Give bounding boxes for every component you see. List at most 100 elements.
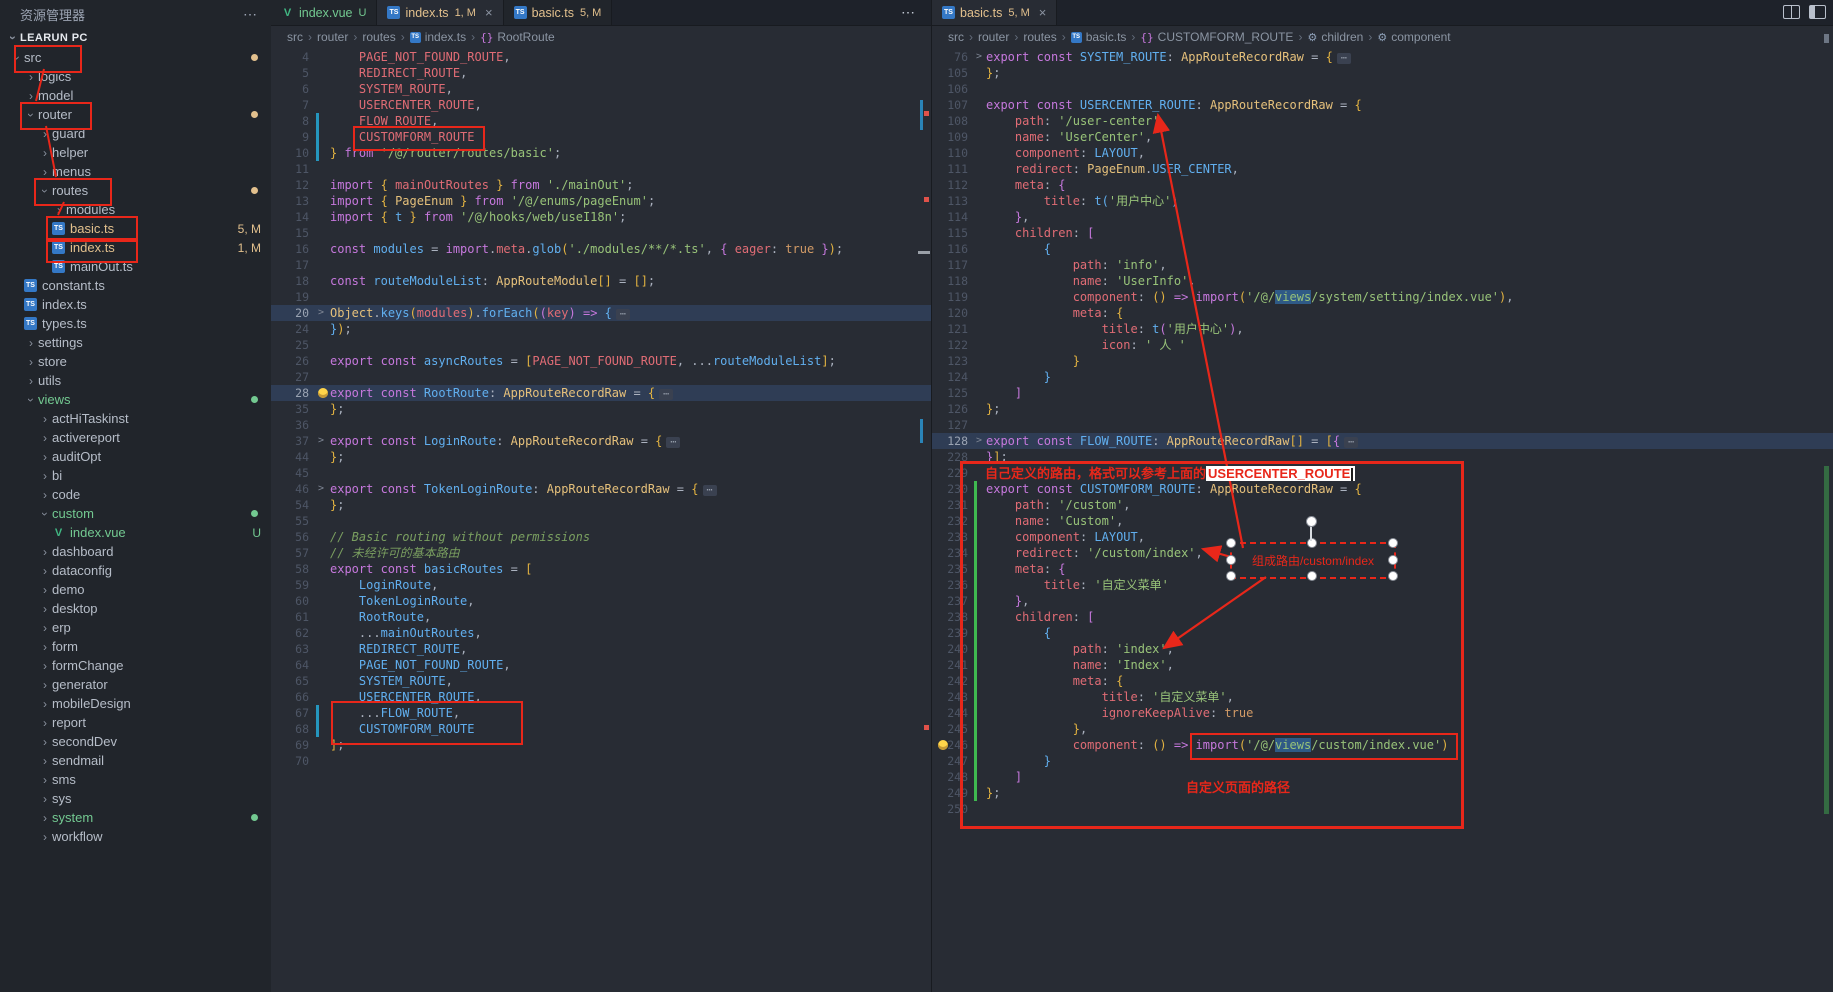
explorer-more-actions-icon[interactable]: ⋯ — [243, 6, 257, 23]
code-line-13[interactable]: 13import { PageEnum } from '/@/enums/pag… — [271, 193, 931, 209]
tree-item-actHiTaskinst[interactable]: ›actHiTaskinst — [0, 409, 271, 428]
code-line-124[interactable]: 124 } — [932, 369, 1833, 385]
tree-item-sys[interactable]: ›sys — [0, 789, 271, 808]
code-line-24[interactable]: 24}); — [271, 321, 931, 337]
code-line-35[interactable]: 35}; — [271, 401, 931, 417]
code-line-118[interactable]: 118 name: 'UserInfo', — [932, 273, 1833, 289]
code-line-7[interactable]: 7 USERCENTER_ROUTE, — [271, 97, 931, 113]
close-icon[interactable]: × — [1039, 5, 1047, 20]
tree-item-index.ts[interactable]: TSindex.ts1, M — [0, 238, 271, 257]
code-line-105[interactable]: 105}; — [932, 65, 1833, 81]
tree-item-mainOut.ts[interactable]: TSmainOut.ts — [0, 257, 271, 276]
code-line-59[interactable]: 59 LoginRoute, — [271, 577, 931, 593]
tree-item-dataconfig[interactable]: ›dataconfig — [0, 561, 271, 580]
tree-item-bi[interactable]: ›bi — [0, 466, 271, 485]
code-line-121[interactable]: 121 title: t('用户中心'), — [932, 321, 1833, 337]
code-line-20[interactable]: 20>Object.keys(modules).forEach((key) =>… — [271, 305, 931, 321]
code-line-57[interactable]: 57// 未经许可的基本路由 — [271, 545, 931, 561]
code-line-230[interactable]: 230export const CUSTOMFORM_ROUTE: AppRou… — [932, 481, 1833, 497]
code-line-69[interactable]: 69]; — [271, 737, 931, 753]
code-line-25[interactable]: 25 — [271, 337, 931, 353]
code-line-106[interactable]: 106 — [932, 81, 1833, 97]
tree-item-erp[interactable]: ›erp — [0, 618, 271, 637]
code-line-114[interactable]: 114 }, — [932, 209, 1833, 225]
code-line-64[interactable]: 64 PAGE_NOT_FOUND_ROUTE, — [271, 657, 931, 673]
tree-item-constant.ts[interactable]: TSconstant.ts — [0, 276, 271, 295]
tab-index.ts[interactable]: TSindex.ts1, M× — [377, 0, 503, 25]
tree-item-form[interactable]: ›form — [0, 637, 271, 656]
tree-item-menus[interactable]: ›menus — [0, 162, 271, 181]
fold-chevron-icon[interactable]: > — [318, 305, 324, 321]
code-line-116[interactable]: 116 { — [932, 241, 1833, 257]
code-line-250[interactable]: 250 — [932, 801, 1833, 817]
breadcrumb-item-routes[interactable]: routes — [1023, 30, 1056, 44]
tree-item-workflow[interactable]: ›workflow — [0, 827, 271, 846]
code-line-113[interactable]: 113 title: t('用户中心') — [932, 193, 1833, 209]
code-line-241[interactable]: 241 name: 'Index', — [932, 657, 1833, 673]
tree-item-auditOpt[interactable]: ›auditOpt — [0, 447, 271, 466]
code-line-15[interactable]: 15 — [271, 225, 931, 241]
fold-chevron-icon[interactable]: > — [976, 49, 982, 65]
tree-item-helper[interactable]: ›helper — [0, 143, 271, 162]
code-line-248[interactable]: 248 ] — [932, 769, 1833, 785]
code-line-60[interactable]: 60 TokenLoginRoute, — [271, 593, 931, 609]
code-line-119[interactable]: 119 component: () => import('/@/views/sy… — [932, 289, 1833, 305]
code-line-231[interactable]: 231 path: '/custom', — [932, 497, 1833, 513]
tree-item-sms[interactable]: ›sms — [0, 770, 271, 789]
code-line-245[interactable]: 245 }, — [932, 721, 1833, 737]
code-line-127[interactable]: 127 — [932, 417, 1833, 433]
breadcrumb-item-CUSTOMFORM_ROUTE[interactable]: {}CUSTOMFORM_ROUTE — [1140, 30, 1293, 44]
tree-item-store[interactable]: ›store — [0, 352, 271, 371]
code-line-108[interactable]: 108 path: '/user-center', — [932, 113, 1833, 129]
code-line-232[interactable]: 232 name: 'Custom', — [932, 513, 1833, 529]
code-line-68[interactable]: 68 CUSTOMFORM_ROUTE — [271, 721, 931, 737]
tree-item-basic.ts[interactable]: TSbasic.ts5, M — [0, 219, 271, 238]
tab-index.vue[interactable]: Vindex.vueU — [271, 0, 377, 25]
code-line-228[interactable]: 228}]; — [932, 449, 1833, 465]
split-editor-icon[interactable] — [1783, 5, 1800, 19]
code-line-54[interactable]: 54}; — [271, 497, 931, 513]
code-line-120[interactable]: 120 meta: { — [932, 305, 1833, 321]
code-line-234[interactable]: 234 redirect: '/custom/index', — [932, 545, 1833, 561]
breadcrumb-item-router[interactable]: router — [978, 30, 1009, 44]
fold-chevron-icon[interactable]: > — [318, 481, 324, 497]
code-line-11[interactable]: 11 — [271, 161, 931, 177]
code-line-55[interactable]: 55 — [271, 513, 931, 529]
code-line-65[interactable]: 65 SYSTEM_ROUTE, — [271, 673, 931, 689]
code-line-58[interactable]: 58export const basicRoutes = [ — [271, 561, 931, 577]
code-line-44[interactable]: 44}; — [271, 449, 931, 465]
code-line-12[interactable]: 12import { mainOutRoutes } from './mainO… — [271, 177, 931, 193]
code-line-61[interactable]: 61 RootRoute, — [271, 609, 931, 625]
code-line-247[interactable]: 247 } — [932, 753, 1833, 769]
tree-item-demo[interactable]: ›demo — [0, 580, 271, 599]
code-line-112[interactable]: 112 meta: { — [932, 177, 1833, 193]
tree-item-src[interactable]: ›src — [0, 48, 271, 67]
tree-item-guard[interactable]: ›guard — [0, 124, 271, 143]
code-line-67[interactable]: 67 ...FLOW_ROUTE, — [271, 705, 931, 721]
close-icon[interactable]: × — [485, 5, 493, 20]
tree-item-dashboard[interactable]: ›dashboard — [0, 542, 271, 561]
tree-item-types.ts[interactable]: TStypes.ts — [0, 314, 271, 333]
code-line-19[interactable]: 19 — [271, 289, 931, 305]
code-line-123[interactable]: 123 } — [932, 353, 1833, 369]
breadcrumb-item-basic.ts[interactable]: TSbasic.ts — [1071, 30, 1127, 44]
layout-icon[interactable] — [1809, 5, 1826, 19]
tree-item-model[interactable]: ›model — [0, 86, 271, 105]
lightbulb-icon[interactable] — [938, 740, 948, 750]
fold-chevron-icon[interactable]: > — [976, 433, 982, 449]
tree-item-mobileDesign[interactable]: ›mobileDesign — [0, 694, 271, 713]
tree-item-code[interactable]: ›code — [0, 485, 271, 504]
code-line-14[interactable]: 14import { t } from '/@/hooks/web/useI18… — [271, 209, 931, 225]
code-line-125[interactable]: 125 ] — [932, 385, 1833, 401]
code-line-128[interactable]: 128>export const FLOW_ROUTE: AppRouteRec… — [932, 433, 1833, 449]
code-line-243[interactable]: 243 title: '自定义菜单', — [932, 689, 1833, 705]
code-line-18[interactable]: 18const routeModuleList: AppRouteModule[… — [271, 273, 931, 289]
code-line-235[interactable]: 235 meta: { — [932, 561, 1833, 577]
code-line-110[interactable]: 110 component: LAYOUT, — [932, 145, 1833, 161]
breadcrumb-item-RootRoute[interactable]: {}RootRoute — [480, 30, 555, 44]
tree-item-sendmail[interactable]: ›sendmail — [0, 751, 271, 770]
tree-item-modules[interactable]: ›modules — [0, 200, 271, 219]
code-line-70[interactable]: 70 — [271, 753, 931, 769]
tree-item-settings[interactable]: ›settings — [0, 333, 271, 352]
code-line-62[interactable]: 62 ...mainOutRoutes, — [271, 625, 931, 641]
